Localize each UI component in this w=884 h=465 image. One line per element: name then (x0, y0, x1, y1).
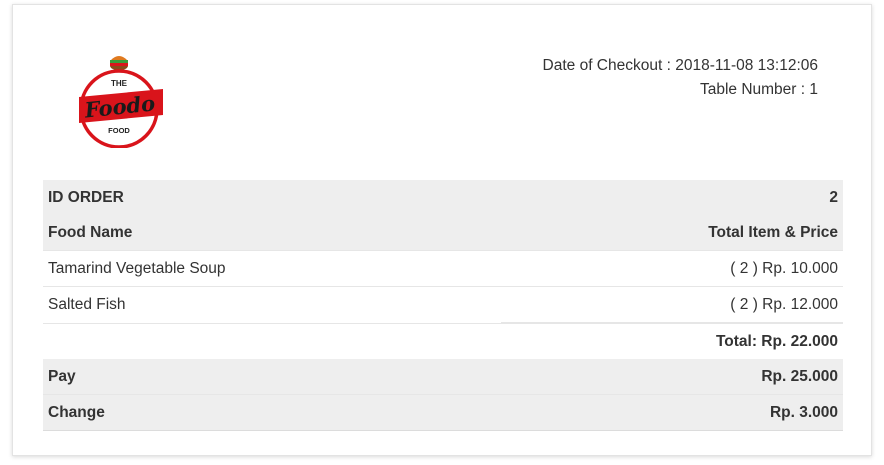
food-name-header: Food Name (43, 215, 502, 251)
total-spacer (43, 323, 501, 359)
pay-label: Pay (43, 359, 502, 395)
qty-price-cell: ( 2 ) Rp. 12.000 (501, 286, 843, 324)
table-number: Table Number : 1 (543, 78, 818, 102)
logo-top-text: THE (111, 79, 128, 88)
food-name-cell: Salted Fish (43, 286, 502, 324)
total-row: Total: Rp. 22.000 (43, 322, 843, 359)
change-row: Change Rp. 3.000 (43, 394, 843, 431)
pay-row: Pay Rp. 25.000 (43, 359, 843, 395)
order-table: ID ORDER 2 Food Name Total Item & Price … (43, 180, 843, 431)
total-price-header: Total Item & Price (501, 215, 843, 251)
order-total: Total: Rp. 22.000 (501, 322, 843, 359)
logo-brand-text: Foodo (83, 90, 157, 122)
table-header-row: Food Name Total Item & Price (43, 215, 843, 251)
order-id-value: 2 (829, 188, 838, 206)
checkout-date-value: 2018-11-08 13:12:06 (675, 57, 818, 74)
pay-value: Rp. 25.000 (501, 359, 843, 395)
foodo-logo: THE Foodo FOOD (79, 56, 163, 148)
table-row: Salted Fish ( 2 ) Rp. 12.000 (43, 286, 843, 324)
food-name-cell: Tamarind Vegetable Soup (43, 250, 502, 287)
change-value: Rp. 3.000 (501, 394, 843, 431)
table-row: Tamarind Vegetable Soup ( 2 ) Rp. 10.000 (43, 250, 843, 287)
logo-bottom-text: FOOD (108, 126, 130, 135)
checkout-date: Date of Checkout : 2018-11-08 13:12:06 (543, 54, 818, 78)
burger-icon (110, 56, 128, 70)
order-id-label: ID ORDER (48, 188, 124, 206)
checkout-date-label: Date of Checkout : (542, 57, 676, 74)
table-number-value: 1 (809, 81, 818, 98)
checkout-info: Date of Checkout : 2018-11-08 13:12:06 T… (543, 54, 818, 102)
table-number-label: Table Number : (699, 81, 810, 98)
qty-price-cell: ( 2 ) Rp. 10.000 (501, 250, 843, 287)
change-label: Change (43, 394, 502, 431)
order-id-row: ID ORDER 2 (43, 180, 843, 215)
